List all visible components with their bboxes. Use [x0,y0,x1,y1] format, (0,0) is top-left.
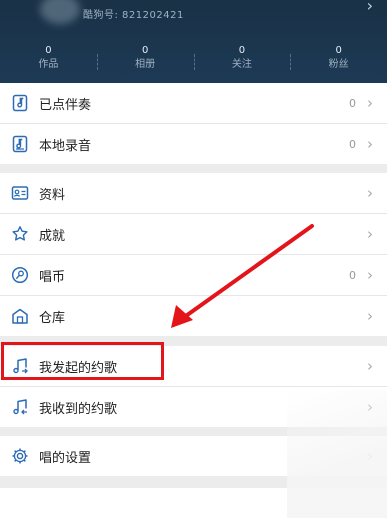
annotation-arrow [171,224,314,328]
